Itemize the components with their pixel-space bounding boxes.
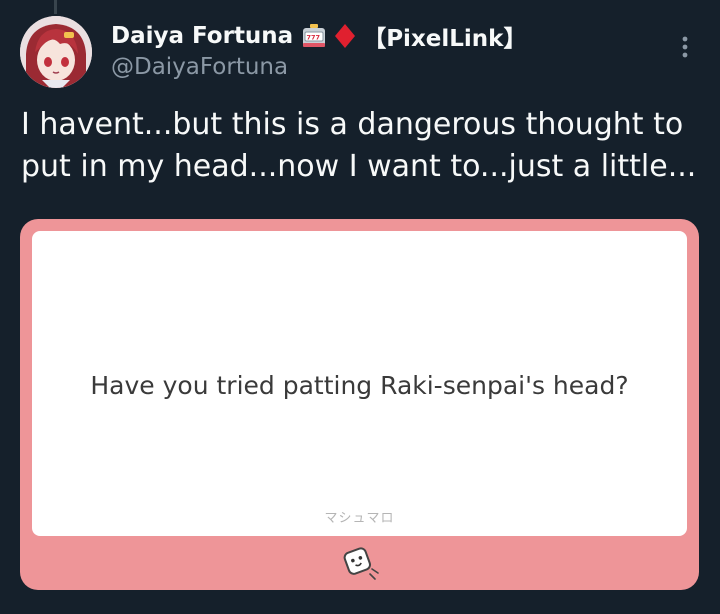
author-display-name[interactable]: Daiya Fortuna 777 【PixelLink】 [111, 20, 526, 52]
avatar-image [20, 16, 92, 88]
slot-machine-icon: 777 [301, 23, 327, 49]
author-handle[interactable]: @DaiyaFortuna [111, 54, 288, 80]
more-options-button[interactable] [668, 30, 702, 64]
avatar[interactable] [20, 16, 92, 88]
more-vertical-icon [682, 36, 688, 58]
red-diamond-icon [333, 23, 357, 49]
marshmallow-mascot-icon [338, 543, 384, 583]
question-card: Have you tried patting Raki-senpai's hea… [32, 231, 687, 536]
author-tag: 【PixelLink】 [363, 26, 527, 52]
brand-label: マシュマロ [324, 511, 395, 526]
question-text: Have you tried patting Raki-senpai's hea… [90, 371, 629, 400]
tweet-text: I havent...but this is a dangerous thoug… [21, 107, 697, 184]
author-name: Daiya Fortuna [111, 23, 294, 49]
thread-line [54, 0, 57, 14]
media-card[interactable]: Have you tried patting Raki-senpai's hea… [20, 219, 699, 590]
svg-text:777: 777 [307, 34, 321, 42]
